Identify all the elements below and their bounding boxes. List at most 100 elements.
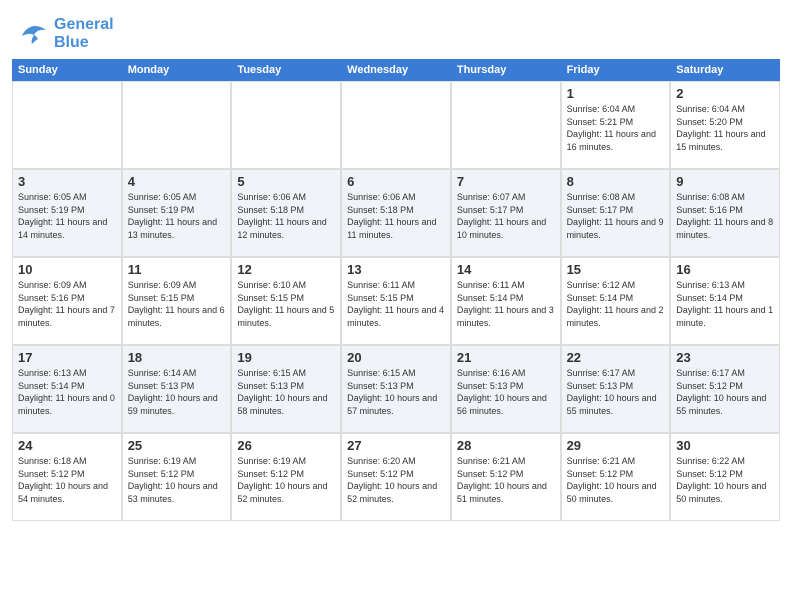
calendar-cell: 28 Sunrise: 6:21 AM Sunset: 5:12 PM Dayli… — [451, 433, 561, 521]
day-info: Sunrise: 6:07 AM Sunset: 5:17 PM Dayligh… — [457, 191, 555, 241]
day-info: Sunrise: 6:09 AM Sunset: 5:15 PM Dayligh… — [128, 279, 226, 329]
calendar-cell: 30 Sunrise: 6:22 AM Sunset: 5:12 PM Dayli… — [670, 433, 780, 521]
day-number: 17 — [18, 350, 116, 365]
day-number: 13 — [347, 262, 445, 277]
day-of-week-header: Thursday — [451, 59, 561, 81]
calendar-cell: 18Sunrise: 6:14 AM Sunset: 5:13 PM Dayli… — [122, 345, 232, 433]
day-info: Sunrise: 6:16 AM Sunset: 5:13 PM Dayligh… — [457, 367, 555, 417]
calendar-header: SundayMondayTuesdayWednesdayThursdayFrid… — [12, 59, 780, 81]
page-container: General Blue SundayMondayTuesdayWednesda… — [0, 0, 792, 521]
day-number: 8 — [567, 174, 665, 189]
calendar-cell: 7 Sunrise: 6:07 AM Sunset: 5:17 PM Daylig… — [451, 169, 561, 257]
day-info: Sunrise: 6:05 AM Sunset: 5:19 PM Dayligh… — [18, 191, 116, 241]
day-number: 10 — [18, 262, 116, 277]
day-number: 30 — [676, 438, 774, 453]
calendar-cell: 15 Sunrise: 6:12 AM Sunset: 5:14 PM Dayli… — [561, 257, 671, 345]
calendar-cell: 1 Sunrise: 6:04 AM Sunset: 5:21 PM Daylig… — [561, 81, 671, 169]
calendar-cell — [341, 81, 451, 169]
calendar-cell: 3 Sunrise: 6:05 AM Sunset: 5:19 PM Daylig… — [12, 169, 122, 257]
day-number: 7 — [457, 174, 555, 189]
calendar-cell: 25 Sunrise: 6:19 AM Sunset: 5:12 PM Dayli… — [122, 433, 232, 521]
day-info: Sunrise: 6:13 AM Sunset: 5:14 PM Dayligh… — [18, 367, 116, 417]
day-of-week-header: Monday — [122, 59, 232, 81]
day-of-week-header: Wednesday — [341, 59, 451, 81]
day-info: Sunrise: 6:15 AM Sunset: 5:13 PM Dayligh… — [347, 367, 445, 417]
calendar-cell: 5 Sunrise: 6:06 AM Sunset: 5:18 PM Daylig… — [231, 169, 341, 257]
day-number: 25 — [128, 438, 226, 453]
day-info: Sunrise: 6:22 AM Sunset: 5:12 PM Dayligh… — [676, 455, 774, 505]
logo-icon — [20, 22, 50, 46]
day-number: 19 — [237, 350, 335, 365]
day-info: Sunrise: 6:20 AM Sunset: 5:12 PM Dayligh… — [347, 455, 445, 505]
day-info: Sunrise: 6:11 AM Sunset: 5:14 PM Dayligh… — [457, 279, 555, 329]
calendar-cell: 16 Sunrise: 6:13 AM Sunset: 5:14 PM Dayli… — [670, 257, 780, 345]
day-info: Sunrise: 6:19 AM Sunset: 5:12 PM Dayligh… — [237, 455, 335, 505]
day-info: Sunrise: 6:21 AM Sunset: 5:12 PM Dayligh… — [567, 455, 665, 505]
day-info: Sunrise: 6:13 AM Sunset: 5:14 PM Dayligh… — [676, 279, 774, 329]
day-number: 15 — [567, 262, 665, 277]
day-info: Sunrise: 6:05 AM Sunset: 5:19 PM Dayligh… — [128, 191, 226, 241]
day-number: 6 — [347, 174, 445, 189]
logo-text: General Blue — [54, 16, 114, 51]
day-number: 22 — [567, 350, 665, 365]
day-number: 1 — [567, 86, 665, 101]
day-number: 28 — [457, 438, 555, 453]
day-number: 20 — [347, 350, 445, 365]
day-info: Sunrise: 6:04 AM Sunset: 5:20 PM Dayligh… — [676, 103, 774, 153]
day-number: 21 — [457, 350, 555, 365]
day-number: 24 — [18, 438, 116, 453]
calendar-cell: 6 Sunrise: 6:06 AM Sunset: 5:18 PM Daylig… — [341, 169, 451, 257]
day-info: Sunrise: 6:09 AM Sunset: 5:16 PM Dayligh… — [18, 279, 116, 329]
calendar-cell: 9 Sunrise: 6:08 AM Sunset: 5:16 PM Daylig… — [670, 169, 780, 257]
calendar-cell: 26 Sunrise: 6:19 AM Sunset: 5:12 PM Dayli… — [231, 433, 341, 521]
day-of-week-header: Sunday — [12, 59, 122, 81]
day-number: 27 — [347, 438, 445, 453]
day-info: Sunrise: 6:14 AM Sunset: 5:13 PM Dayligh… — [128, 367, 226, 417]
day-info: Sunrise: 6:19 AM Sunset: 5:12 PM Dayligh… — [128, 455, 226, 505]
day-number: 16 — [676, 262, 774, 277]
calendar-cell — [231, 81, 341, 169]
day-info: Sunrise: 6:06 AM Sunset: 5:18 PM Dayligh… — [237, 191, 335, 241]
calendar-cell: 19 Sunrise: 6:15 AM Sunset: 5:13 PM Dayli… — [231, 345, 341, 433]
calendar-cell: 11Sunrise: 6:09 AM Sunset: 5:15 PM Dayli… — [122, 257, 232, 345]
day-number: 26 — [237, 438, 335, 453]
calendar-cell: 24 Sunrise: 6:18 AM Sunset: 5:12 PM Dayli… — [12, 433, 122, 521]
day-of-week-header: Tuesday — [231, 59, 341, 81]
calendar-cell: 12Sunrise: 6:10 AM Sunset: 5:15 PM Dayli… — [231, 257, 341, 345]
calendar-cell: 22 Sunrise: 6:17 AM Sunset: 5:13 PM Dayli… — [561, 345, 671, 433]
day-of-week-header: Saturday — [670, 59, 780, 81]
day-info: Sunrise: 6:08 AM Sunset: 5:16 PM Dayligh… — [676, 191, 774, 241]
calendar-cell — [451, 81, 561, 169]
day-info: Sunrise: 6:11 AM Sunset: 5:15 PM Dayligh… — [347, 279, 445, 329]
calendar-cell: 17 Sunrise: 6:13 AM Sunset: 5:14 PM Dayli… — [12, 345, 122, 433]
day-info: Sunrise: 6:18 AM Sunset: 5:12 PM Dayligh… — [18, 455, 116, 505]
calendar-body: 1 Sunrise: 6:04 AM Sunset: 5:21 PM Daylig… — [12, 81, 780, 521]
day-number: 2 — [676, 86, 774, 101]
day-info: Sunrise: 6:06 AM Sunset: 5:18 PM Dayligh… — [347, 191, 445, 241]
logo: General Blue — [20, 16, 114, 51]
day-info: Sunrise: 6:10 AM Sunset: 5:15 PM Dayligh… — [237, 279, 335, 329]
calendar-cell — [122, 81, 232, 169]
day-of-week-header: Friday — [561, 59, 671, 81]
calendar-cell: 23Sunrise: 6:17 AM Sunset: 5:12 PM Dayli… — [670, 345, 780, 433]
day-number: 9 — [676, 174, 774, 189]
calendar-cell: 8Sunrise: 6:08 AM Sunset: 5:17 PM Daylig… — [561, 169, 671, 257]
day-info: Sunrise: 6:17 AM Sunset: 5:13 PM Dayligh… — [567, 367, 665, 417]
day-info: Sunrise: 6:04 AM Sunset: 5:21 PM Dayligh… — [567, 103, 665, 153]
calendar-cell: 29Sunrise: 6:21 AM Sunset: 5:12 PM Dayli… — [561, 433, 671, 521]
calendar-cell: 20 Sunrise: 6:15 AM Sunset: 5:13 PM Dayli… — [341, 345, 451, 433]
day-number: 4 — [128, 174, 226, 189]
calendar-cell: 13 Sunrise: 6:11 AM Sunset: 5:15 PM Dayli… — [341, 257, 451, 345]
calendar-cell: 2 Sunrise: 6:04 AM Sunset: 5:20 PM Daylig… — [670, 81, 780, 169]
day-info: Sunrise: 6:12 AM Sunset: 5:14 PM Dayligh… — [567, 279, 665, 329]
calendar-cell: 4 Sunrise: 6:05 AM Sunset: 5:19 PM Daylig… — [122, 169, 232, 257]
day-info: Sunrise: 6:15 AM Sunset: 5:13 PM Dayligh… — [237, 367, 335, 417]
calendar-cell: 14Sunrise: 6:11 AM Sunset: 5:14 PM Dayli… — [451, 257, 561, 345]
calendar-cell — [12, 81, 122, 169]
calendar: SundayMondayTuesdayWednesdayThursdayFrid… — [12, 59, 780, 521]
day-info: Sunrise: 6:17 AM Sunset: 5:12 PM Dayligh… — [676, 367, 774, 417]
day-number: 3 — [18, 174, 116, 189]
day-number: 5 — [237, 174, 335, 189]
day-info: Sunrise: 6:21 AM Sunset: 5:12 PM Dayligh… — [457, 455, 555, 505]
header: General Blue — [0, 0, 792, 59]
